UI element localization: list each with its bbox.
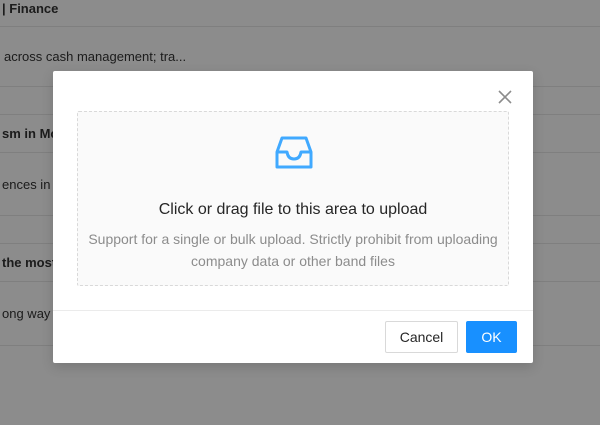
ok-button[interactable]: OK [466, 321, 517, 353]
inbox-icon [275, 136, 313, 169]
upload-modal: Click or drag file to this area to uploa… [53, 71, 533, 363]
cancel-button[interactable]: Cancel [385, 321, 458, 353]
upload-text: Click or drag file to this area to uploa… [158, 201, 428, 218]
close-icon [498, 90, 512, 104]
modal-footer: Cancel OK [53, 310, 533, 363]
close-button[interactable] [497, 89, 513, 105]
upload-dropzone[interactable]: Click or drag file to this area to uploa… [77, 111, 509, 286]
upload-hint: Support for a single or bulk upload. Str… [88, 231, 498, 269]
